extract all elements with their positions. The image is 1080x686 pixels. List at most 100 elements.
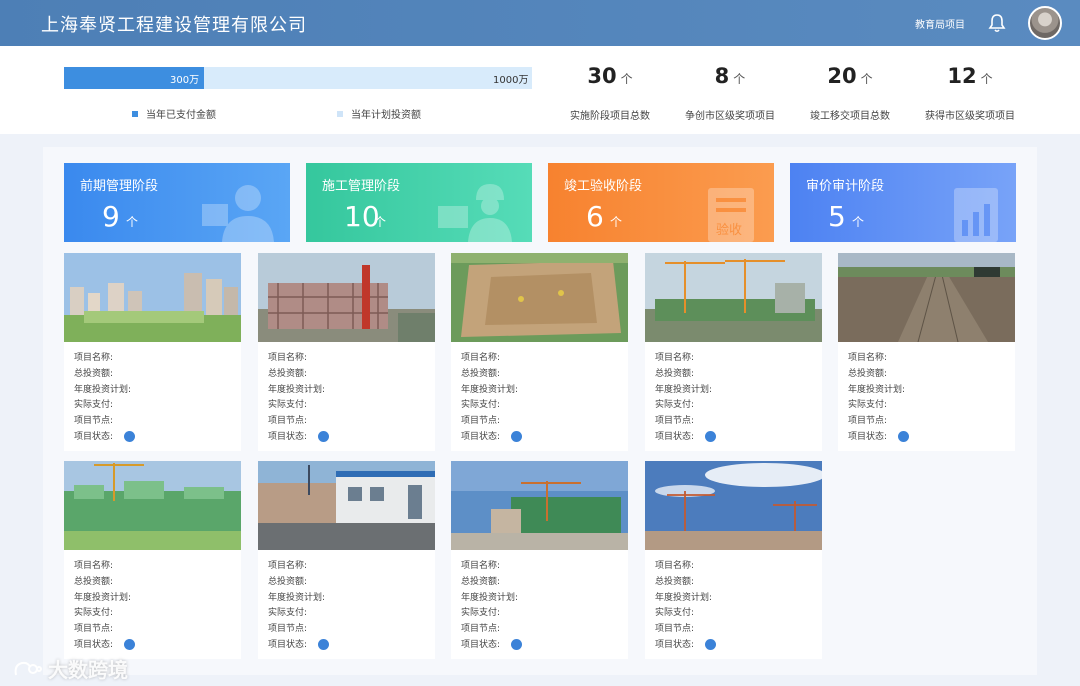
status-indicator	[705, 431, 716, 442]
kpi-label: 竣工移交项目总数	[810, 111, 890, 122]
kpi-award-competing[interactable]: 8个 争创市区级奖项项目	[670, 64, 790, 122]
legend-plan-swatch	[337, 110, 343, 117]
kpi-unit: 个	[733, 72, 746, 86]
project-field-name: 项目名称:	[74, 561, 114, 571]
stage-title: 前期管理阶段	[80, 179, 159, 194]
project-photo[interactable]	[451, 461, 628, 550]
user-avatar[interactable]	[1028, 6, 1062, 40]
project-field-status: 项目状态:	[268, 431, 308, 442]
kpi-completed[interactable]: 20 个 竣工移交项目总数	[790, 64, 910, 122]
project-card[interactable]: 项目名称: 总投资额: 年度投资计划: 实际支付: 项目节点: 项目状态:	[64, 253, 241, 451]
project-field-plan: 年度投资计划:	[268, 592, 326, 603]
kpi-implementing[interactable]: 30 个 实施阶段项目总数	[550, 64, 670, 122]
watermark-logo-icon	[14, 661, 42, 675]
project-fields: 项目名称: 总投资额: 年度投资计划: 实际支付: 项目节点: 项目状态:	[461, 559, 518, 654]
project-fields: 项目名称: 总投资额: 年度投资计划: 实际支付: 项目节点: 项目状态:	[655, 559, 712, 654]
project-field-paid: 实际支付:	[268, 608, 308, 619]
construction-photo-cranes-sky	[645, 461, 822, 550]
project-field-name: 项目名称:	[655, 353, 695, 363]
stage-unit: 个	[610, 215, 623, 229]
stage-unit: 个	[126, 215, 139, 229]
project-field-plan: 年度投资计划:	[461, 384, 519, 395]
project-field-name: 项目名称:	[268, 561, 308, 571]
plan-amount-label: 1000万	[493, 75, 529, 86]
construction-photo-crane-green-building	[451, 461, 628, 550]
project-fields: 项目名称: 总投资额: 年度投资计划: 实际支付: 项目节点: 项目状态:	[461, 351, 518, 446]
kpi-unit: 个	[860, 72, 873, 86]
kpi-label: 获得市区级奖项项目	[925, 111, 1015, 122]
status-indicator	[511, 639, 522, 650]
stage-count: 5	[828, 200, 846, 233]
project-field-status: 项目状态:	[268, 639, 308, 650]
stage-card-preliminary[interactable]: 前期管理阶段 9 个	[64, 163, 290, 242]
construction-photo-excavation-site	[451, 253, 628, 342]
status-indicator	[124, 639, 135, 650]
project-photo[interactable]	[64, 253, 241, 342]
company-title: 上海奉贤工程建设管理有限公司	[41, 15, 307, 36]
project-field-status: 项目状态:	[461, 639, 501, 650]
project-card[interactable]: 项目名称: 总投资额: 年度投资计划: 实际支付: 项目节点: 项目状态:	[451, 461, 628, 659]
top-header: 上海奉贤工程建设管理有限公司 教育局项目	[0, 0, 1080, 46]
project-field-node: 项目节点:	[848, 416, 888, 427]
project-card[interactable]: 项目名称: 总投资额: 年度投资计划: 实际支付: 项目节点: 项目状态:	[64, 461, 241, 659]
report-chart-icon	[954, 188, 998, 242]
watermark: 大数跨境	[12, 654, 128, 683]
project-photo[interactable]	[645, 253, 822, 342]
stage-card-construction[interactable]: 施工管理阶段 10 个	[306, 163, 532, 242]
project-card[interactable]: 项目名称: 总投资额: 年度投资计划: 实际支付: 项目节点: 项目状态:	[451, 253, 628, 451]
kpi-value: 30	[587, 64, 617, 88]
stage-count: 9	[102, 200, 120, 233]
project-field-node: 项目节点:	[268, 416, 308, 427]
kpi-awarded[interactable]: 12 个 获得市区级奖项项目	[910, 64, 1030, 122]
project-fields: 项目名称: 总投资额: 年度投资计划: 实际支付: 项目节点: 项目状态:	[268, 351, 325, 446]
watermark-text: 大数跨境	[48, 658, 128, 682]
project-fields: 项目名称: 总投资额: 年度投资计划: 实际支付: 项目节点: 项目状态:	[74, 351, 131, 446]
project-photo[interactable]	[258, 461, 435, 550]
project-field-status: 项目状态:	[848, 431, 888, 442]
project-field-paid: 实际支付:	[461, 608, 501, 619]
kpi-value: 8	[714, 64, 730, 88]
project-field-total: 总投资额:	[268, 368, 308, 379]
project-card[interactable]: 项目名称: 总投资额: 年度投资计划: 实际支付: 项目节点: 项目状态:	[645, 461, 822, 659]
stage-card-audit[interactable]: 审价审计阶段 5 个	[790, 163, 1016, 242]
bell-icon[interactable]	[988, 13, 1006, 33]
project-field-plan: 年度投资计划:	[74, 384, 132, 395]
project-field-plan: 年度投资计划:	[655, 592, 713, 603]
project-card[interactable]: 项目名称: 总投资额: 年度投资计划: 实际支付: 项目节点: 项目状态:	[645, 253, 822, 451]
construction-photo-green-netted-building	[64, 461, 241, 550]
acceptance-icon: 验收	[708, 188, 754, 242]
project-photo[interactable]	[838, 253, 1015, 342]
kpi-unit: 个	[620, 72, 633, 86]
stage-title: 施工管理阶段	[322, 179, 401, 194]
project-photo[interactable]	[451, 253, 628, 342]
project-field-total: 总投资额:	[74, 576, 114, 587]
legend-plan-label: 当年计划投资额	[351, 110, 421, 121]
stage-unit: 个	[852, 215, 865, 229]
project-field-status: 项目状态:	[74, 431, 114, 442]
project-field-total: 总投资额:	[655, 576, 695, 587]
project-field-node: 项目节点:	[268, 624, 308, 635]
legend-paid: 当年已支付金额	[132, 106, 216, 121]
construction-photo-residential-towers	[64, 253, 241, 342]
status-indicator	[318, 639, 329, 650]
project-field-paid: 实际支付:	[268, 400, 308, 411]
project-field-plan: 年度投资计划:	[461, 592, 519, 603]
project-card[interactable]: 项目名称: 总投资额: 年度投资计划: 实际支付: 项目节点: 项目状态:	[258, 253, 435, 451]
status-indicator	[898, 431, 909, 442]
project-card[interactable]: 项目名称: 总投资额: 年度投资计划: 实际支付: 项目节点: 项目状态:	[838, 253, 1015, 451]
kpi-label: 争创市区级奖项项目	[685, 111, 775, 122]
stage-count: 6	[586, 200, 604, 233]
project-photo[interactable]	[645, 461, 822, 550]
project-field-total: 总投资额:	[461, 576, 501, 587]
project-card[interactable]: 项目名称: 总投资额: 年度投资计划: 实际支付: 项目节点: 项目状态:	[258, 461, 435, 659]
stage-card-acceptance[interactable]: 竣工验收阶段 6 个 验收	[548, 163, 774, 242]
project-photo[interactable]	[64, 461, 241, 550]
project-field-node: 项目节点:	[655, 416, 695, 427]
project-field-plan: 年度投资计划:	[268, 384, 326, 395]
project-photo[interactable]	[258, 253, 435, 342]
project-field-plan: 年度投资计划:	[74, 592, 132, 603]
project-field-total: 总投资额:	[268, 576, 308, 587]
construction-photo-building-frame	[258, 253, 435, 342]
project-field-status: 项目状态:	[655, 639, 695, 650]
dept-project-link[interactable]: 教育局项目	[915, 16, 965, 31]
